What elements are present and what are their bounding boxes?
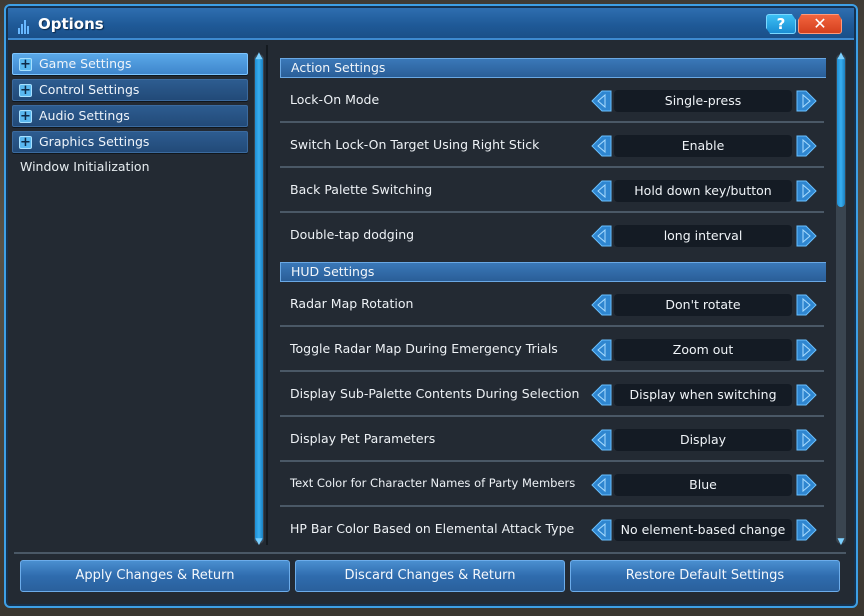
setting-row: Text Color for Character Names of Party … (280, 462, 824, 507)
arrow-left-icon[interactable] (590, 135, 612, 157)
discard-changes-button[interactable]: Discard Changes & Return (295, 560, 565, 592)
setting-value: Display (614, 429, 792, 451)
setting-row: Toggle Radar Map During Emergency Trials… (280, 327, 824, 372)
setting-value: Single-press (614, 90, 792, 112)
category-label: Control Settings (39, 82, 140, 97)
arrow-right-icon[interactable] (796, 519, 818, 541)
restore-defaults-button[interactable]: Restore Default Settings (570, 560, 840, 592)
panel-divider (266, 45, 268, 545)
settings-panel: Action Settings Lock-On Mode Single-pres… (276, 52, 826, 544)
scroll-up-icon[interactable]: ▲ (254, 52, 264, 61)
category-label: Game Settings (39, 56, 132, 71)
plus-icon: + (19, 109, 32, 124)
setting-row: Switch Lock-On Target Using Right Stick … (280, 123, 824, 168)
arrow-right-icon[interactable] (796, 90, 818, 112)
setting-row: Lock-On Mode Single-press (280, 78, 824, 123)
setting-value: Blue (614, 474, 792, 496)
setting-value: No element-based change (614, 519, 792, 541)
section-header-hud: HUD Settings (280, 262, 826, 282)
arrow-left-icon[interactable] (590, 474, 612, 496)
arrow-right-icon[interactable] (796, 225, 818, 247)
apply-changes-button[interactable]: Apply Changes & Return (20, 560, 290, 592)
setting-label: Switch Lock-On Target Using Right Stick (290, 137, 540, 152)
category-panel: + Game Settings + Control Settings + Aud… (10, 45, 250, 545)
close-button[interactable]: ✕ (798, 14, 842, 34)
footer-divider (14, 552, 846, 554)
scroll-up-icon[interactable]: ▲ (836, 52, 846, 61)
arrow-right-icon[interactable] (796, 339, 818, 361)
setting-value: long interval (614, 225, 792, 247)
logo-icon (16, 16, 36, 36)
category-label: Graphics Settings (39, 134, 150, 149)
arrow-right-icon[interactable] (796, 429, 818, 451)
close-icon: ✕ (813, 14, 827, 33)
category-label: Audio Settings (39, 108, 130, 123)
plus-icon: + (19, 135, 32, 150)
setting-value: Display when switching (614, 384, 792, 406)
category-game-settings[interactable]: + Game Settings (12, 53, 248, 75)
arrow-left-icon[interactable] (590, 519, 612, 541)
setting-label: Display Sub-Palette Contents During Sele… (290, 386, 580, 401)
arrow-left-icon[interactable] (590, 339, 612, 361)
category-audio-settings[interactable]: + Audio Settings (12, 105, 248, 127)
setting-row: HP Bar Color Based on Elemental Attack T… (280, 507, 824, 544)
plus-icon: + (19, 57, 32, 72)
setting-label: Back Palette Switching (290, 182, 433, 197)
arrow-left-icon[interactable] (590, 180, 612, 202)
section-header-action: Action Settings (280, 58, 826, 78)
setting-label: HP Bar Color Based on Elemental Attack T… (290, 521, 575, 536)
setting-value: Enable (614, 135, 792, 157)
setting-row: Radar Map Rotation Don't rotate (280, 282, 824, 327)
arrow-right-icon[interactable] (796, 294, 818, 316)
arrow-right-icon[interactable] (796, 384, 818, 406)
arrow-left-icon[interactable] (590, 294, 612, 316)
help-button[interactable]: ? (766, 14, 796, 34)
arrow-left-icon[interactable] (590, 90, 612, 112)
category-window-initialization[interactable]: Window Initialization (20, 159, 150, 174)
arrow-left-icon[interactable] (590, 384, 612, 406)
setting-value: Don't rotate (614, 294, 792, 316)
setting-value: Hold down key/button (614, 180, 792, 202)
setting-label: Toggle Radar Map During Emergency Trials (290, 341, 558, 356)
plus-icon: + (19, 83, 32, 98)
category-scrollbar[interactable]: ▲ ▼ (254, 52, 264, 547)
settings-scrollbar[interactable]: ▲ ▼ (836, 52, 846, 547)
category-control-settings[interactable]: + Control Settings (12, 79, 248, 101)
arrow-right-icon[interactable] (796, 180, 818, 202)
arrow-right-icon[interactable] (796, 474, 818, 496)
setting-label: Display Pet Parameters (290, 431, 436, 446)
category-scroll-thumb[interactable] (255, 56, 263, 542)
setting-row: Double-tap dodging long interval (280, 213, 824, 258)
setting-value: Zoom out (614, 339, 792, 361)
setting-row: Back Palette Switching Hold down key/but… (280, 168, 824, 213)
window-title: Options (38, 15, 104, 33)
arrow-right-icon[interactable] (796, 135, 818, 157)
arrow-left-icon[interactable] (590, 429, 612, 451)
setting-label: Text Color for Character Names of Party … (290, 476, 576, 490)
scroll-down-icon[interactable]: ▼ (836, 538, 846, 547)
question-icon: ? (776, 15, 786, 33)
arrow-left-icon[interactable] (590, 225, 612, 247)
setting-row: Display Sub-Palette Contents During Sele… (280, 372, 824, 417)
scroll-down-icon[interactable]: ▼ (254, 538, 264, 547)
setting-label: Radar Map Rotation (290, 296, 414, 311)
title-bar[interactable]: Options ? ✕ (8, 8, 854, 40)
category-graphics-settings[interactable]: + Graphics Settings (12, 131, 248, 153)
setting-label: Double-tap dodging (290, 227, 415, 242)
setting-label: Lock-On Mode (290, 92, 380, 107)
settings-scroll-thumb[interactable] (837, 56, 845, 207)
setting-row: Display Pet Parameters Display (280, 417, 824, 462)
